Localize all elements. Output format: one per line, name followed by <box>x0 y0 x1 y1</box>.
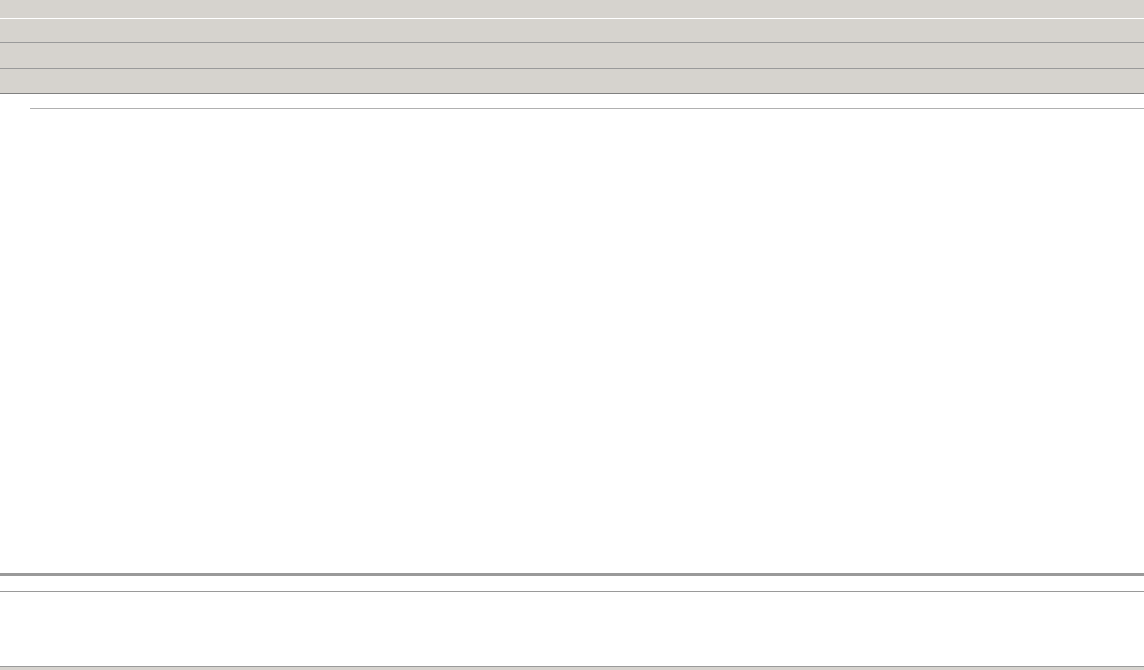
chart-canvas[interactable] <box>0 94 1144 670</box>
date-axis-line <box>30 108 1144 109</box>
drawing-toolbar <box>0 69 1144 94</box>
volume-baseline-band <box>0 573 1144 576</box>
menu-bar <box>0 0 1144 19</box>
feature-toolbar <box>0 19 1144 43</box>
bottom-band <box>0 666 1144 670</box>
chart-area[interactable] <box>0 94 1144 670</box>
control-toolbar <box>0 43 1144 69</box>
app-window <box>0 0 1144 670</box>
macd-separator <box>0 591 1144 592</box>
